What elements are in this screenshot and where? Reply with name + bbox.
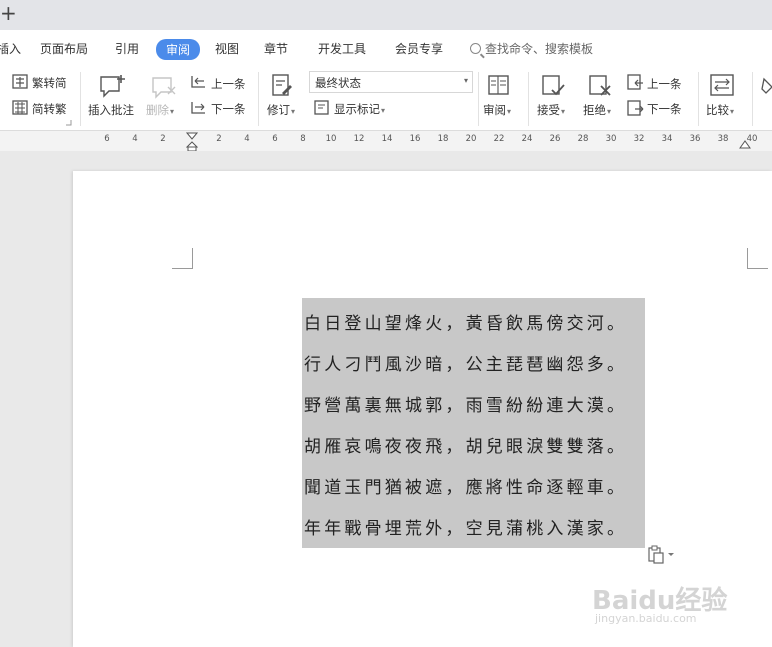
- menu-insert[interactable]: 插入: [0, 40, 21, 57]
- next-comment-icon: [191, 102, 205, 114]
- menu-section[interactable]: 章节: [264, 40, 288, 57]
- accept-change-button[interactable]: 接受▾: [537, 102, 565, 118]
- poem-line[interactable]: 年年戰骨埋荒外，空見蒲桃入漢家。: [304, 514, 627, 539]
- right-indent-marker-icon[interactable]: [739, 137, 751, 149]
- ruler-tick: 2: [216, 134, 222, 144]
- ruler-tick: 38: [717, 134, 729, 144]
- track-changes-button[interactable]: 修订▾: [267, 102, 295, 118]
- show-markup-icon: [314, 100, 329, 115]
- ribbon-separator: [698, 72, 699, 126]
- tab-strip: +: [0, 0, 772, 30]
- poem-line[interactable]: 野營萬裏無城郭，雨雪紛紛連大漠。: [304, 391, 627, 416]
- ribbon-separator: [478, 72, 479, 126]
- delete-comment-button[interactable]: 删除▾: [146, 102, 174, 118]
- reject-change-icon: [589, 75, 611, 96]
- menu-page-layout[interactable]: 页面布局: [40, 40, 88, 57]
- baidu-watermark-url: jingyan.baidu.com: [595, 612, 697, 625]
- review-ribbon: 繁转简 简转繁 插入批注 删除▾ 上一条 下一条 修订▾ 最终状态 ▾ 显示标记…: [0, 66, 772, 131]
- ruler-tick: 20: [465, 134, 477, 144]
- menu-developer-tools[interactable]: 开发工具: [318, 40, 366, 57]
- indent-marker-icon[interactable]: [186, 132, 198, 152]
- insert-comment-icon: [100, 75, 125, 98]
- poem-line[interactable]: 白日登山望烽火，黃昏飲馬傍交河。: [304, 309, 627, 334]
- next-comment-button[interactable]: 下一条: [211, 101, 246, 117]
- ribbon-separator: [80, 72, 81, 126]
- ruler-tick: 10: [325, 134, 337, 144]
- ruler-tick: 30: [605, 134, 617, 144]
- display-state-value: 最终状态: [315, 76, 361, 90]
- display-state-select[interactable]: 最终状态 ▾: [309, 71, 473, 93]
- ruler-tick: 22: [493, 134, 505, 144]
- next-change-button[interactable]: 下一条: [647, 101, 682, 117]
- ruler-tick: 32: [633, 134, 645, 144]
- horizontal-ruler[interactable]: 6 4 2 2 4 6 8 10 12 14 16 18 20 22 24 26…: [0, 131, 772, 152]
- review-pane-icon: [488, 75, 509, 95]
- compare-documents-icon: [710, 74, 734, 96]
- review-pane-button[interactable]: 审阅▾: [483, 102, 511, 118]
- next-change-icon: [627, 100, 644, 116]
- previous-comment-icon: [191, 76, 205, 88]
- chevron-down-icon: ▾: [463, 76, 468, 85]
- search-icon: [470, 43, 481, 54]
- menu-bar: 插入 页面布局 引用 审阅 视图 章节 开发工具 会员专享 查找命令、搜索模板: [0, 30, 772, 66]
- previous-comment-button[interactable]: 上一条: [211, 76, 246, 92]
- ruler-tick: 4: [244, 134, 250, 144]
- simp-to-trad-button[interactable]: 简转繁: [32, 101, 67, 117]
- previous-change-button[interactable]: 上一条: [647, 76, 682, 92]
- more-tools-icon[interactable]: [760, 75, 772, 97]
- ruler-tick: 36: [689, 134, 701, 144]
- ruler-tick: 24: [521, 134, 533, 144]
- ribbon-separator: [258, 72, 259, 126]
- show-markup-button[interactable]: 显示标记▾: [334, 101, 385, 117]
- ruler-tick: 18: [437, 134, 449, 144]
- accept-change-icon: [542, 75, 565, 96]
- ruler-tick: 14: [381, 134, 393, 144]
- ruler-tick: 6: [104, 134, 110, 144]
- ruler-tick: 4: [132, 134, 138, 144]
- ruler-tick: 16: [409, 134, 421, 144]
- ruler-tick: 28: [577, 134, 589, 144]
- search-placeholder: 查找命令、搜索模板: [485, 42, 594, 56]
- menu-review[interactable]: 审阅: [156, 39, 201, 60]
- poem-line[interactable]: 聞道玉門猶被遮，應將性命逐輕車。: [304, 473, 627, 498]
- ribbon-separator: [752, 72, 753, 126]
- page-margin-corner: [172, 248, 193, 269]
- text-selection-highlight: [302, 298, 645, 548]
- ruler-tick: 6: [272, 134, 278, 144]
- poem-line[interactable]: 胡雁哀鳴夜夜飛，胡兒眼淚雙雙落。: [304, 432, 627, 457]
- ruler-tick: 8: [300, 134, 306, 144]
- insert-comment-button[interactable]: 插入批注: [88, 102, 134, 118]
- delete-comment-icon: [152, 77, 176, 99]
- previous-change-icon: [627, 74, 643, 90]
- poem-line[interactable]: 行人刁鬥風沙暗，公主琵琶幽怨多。: [304, 350, 627, 375]
- compare-button[interactable]: 比较▾: [706, 102, 734, 118]
- reject-change-button[interactable]: 拒绝▾: [583, 102, 611, 118]
- trad-to-simp-button[interactable]: 繁转简: [32, 75, 67, 91]
- simplified-to-traditional-icon: [12, 100, 28, 115]
- traditional-to-simplified-icon: [12, 74, 28, 89]
- menu-references[interactable]: 引用: [115, 40, 139, 57]
- menu-member[interactable]: 会员专享: [395, 40, 443, 57]
- page-margin-corner: [747, 248, 768, 269]
- ruler-tick: 2: [160, 134, 166, 144]
- track-changes-icon: [272, 74, 292, 96]
- ruler-tick: 34: [661, 134, 673, 144]
- ribbon-separator: [528, 72, 529, 126]
- paste-options-icon[interactable]: [647, 545, 677, 565]
- command-search[interactable]: 查找命令、搜索模板: [470, 40, 593, 57]
- ruler-tick: 26: [549, 134, 561, 144]
- group-expand-icon[interactable]: [66, 120, 72, 126]
- new-tab-plus-icon[interactable]: +: [0, 3, 17, 23]
- ruler-tick: 12: [353, 134, 365, 144]
- menu-view[interactable]: 视图: [215, 40, 239, 57]
